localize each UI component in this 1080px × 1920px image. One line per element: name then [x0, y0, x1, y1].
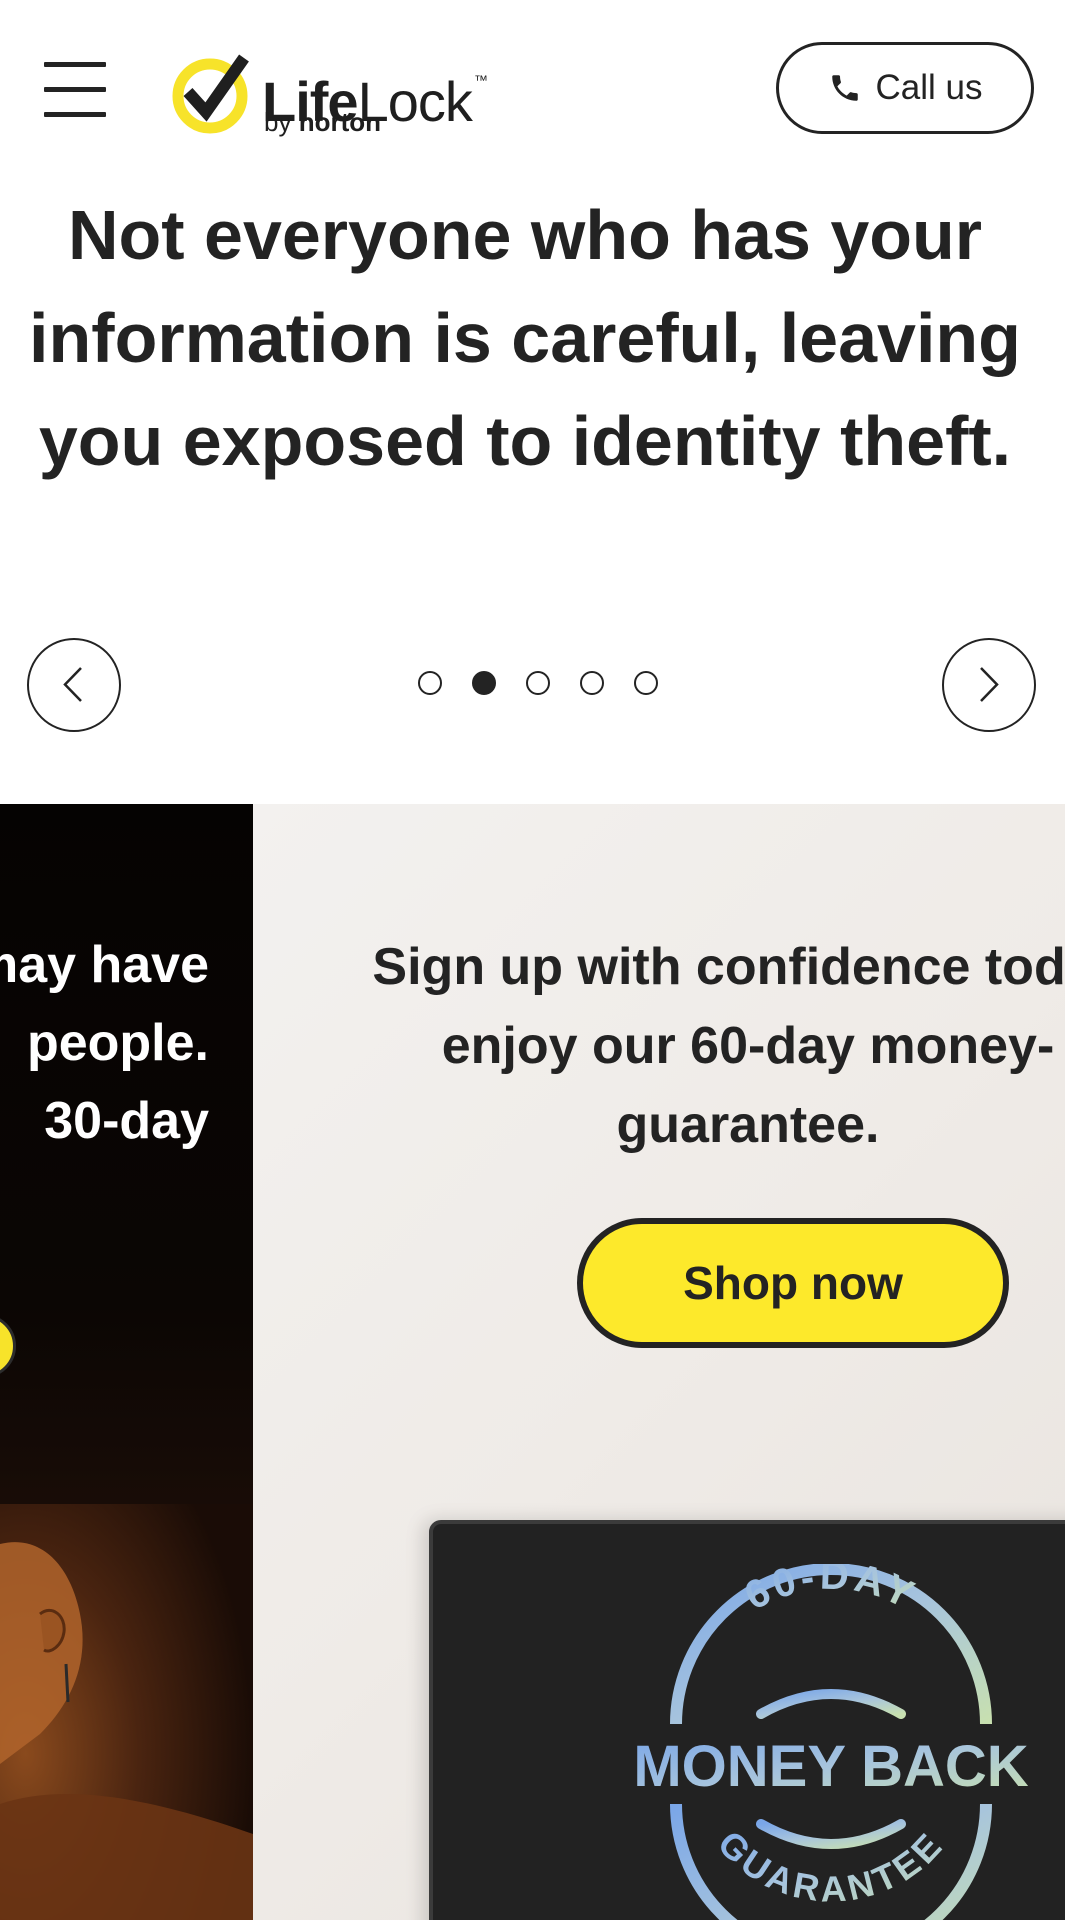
shop-now-button[interactable]: Shop now — [577, 1218, 1009, 1348]
hamburger-menu-icon[interactable] — [44, 62, 106, 118]
phone-icon — [831, 75, 858, 101]
yellow-badge-icon — [0, 1314, 16, 1378]
carousel-dot-2[interactable] — [472, 671, 496, 695]
carousel-dot-4[interactable] — [580, 671, 604, 695]
lifelock-check-icon — [172, 54, 249, 134]
svg-text:60-DAY: 60-DAY — [738, 1564, 924, 1619]
previous-slide-text: may have people. 30-day — [0, 936, 209, 1150]
promo-slides: may have people. 30-day Sign up with con… — [0, 804, 1065, 1920]
logo-byline: by norton — [264, 107, 382, 137]
lifelock-logo[interactable]: LifeLock ™ by norton — [170, 48, 510, 138]
current-slide-text: Sign up with confidence today enjoy our … — [372, 938, 1065, 1154]
carousel-dot-3[interactable] — [526, 671, 550, 695]
carousel-dot-5[interactable] — [634, 671, 658, 695]
carousel-dot-1[interactable] — [418, 671, 442, 695]
laptop-screen: 60-DAY MONEY BACK GUARANTEE — [429, 1520, 1065, 1920]
person-photo — [0, 1504, 253, 1920]
chevron-left-icon — [63, 667, 82, 702]
call-us-button[interactable]: Call us — [776, 42, 1034, 134]
current-slide: Sign up with confidence today enjoy our … — [253, 804, 1065, 1920]
previous-slide-peek: may have people. 30-day — [0, 804, 253, 1920]
money-back-guarantee-badge: 60-DAY MONEY BACK GUARANTEE — [633, 1564, 1029, 1920]
carousel-headline: Not everyone who has your information is… — [29, 196, 1021, 480]
carousel-next-button[interactable] — [942, 638, 1036, 732]
svg-text:GUARANTEE: GUARANTEE — [710, 1823, 952, 1910]
chevron-right-icon — [980, 667, 999, 702]
svg-text:MONEY BACK: MONEY BACK — [633, 1734, 1028, 1799]
call-us-label: Call us — [875, 68, 983, 107]
carousel-prev-button[interactable] — [27, 638, 121, 732]
